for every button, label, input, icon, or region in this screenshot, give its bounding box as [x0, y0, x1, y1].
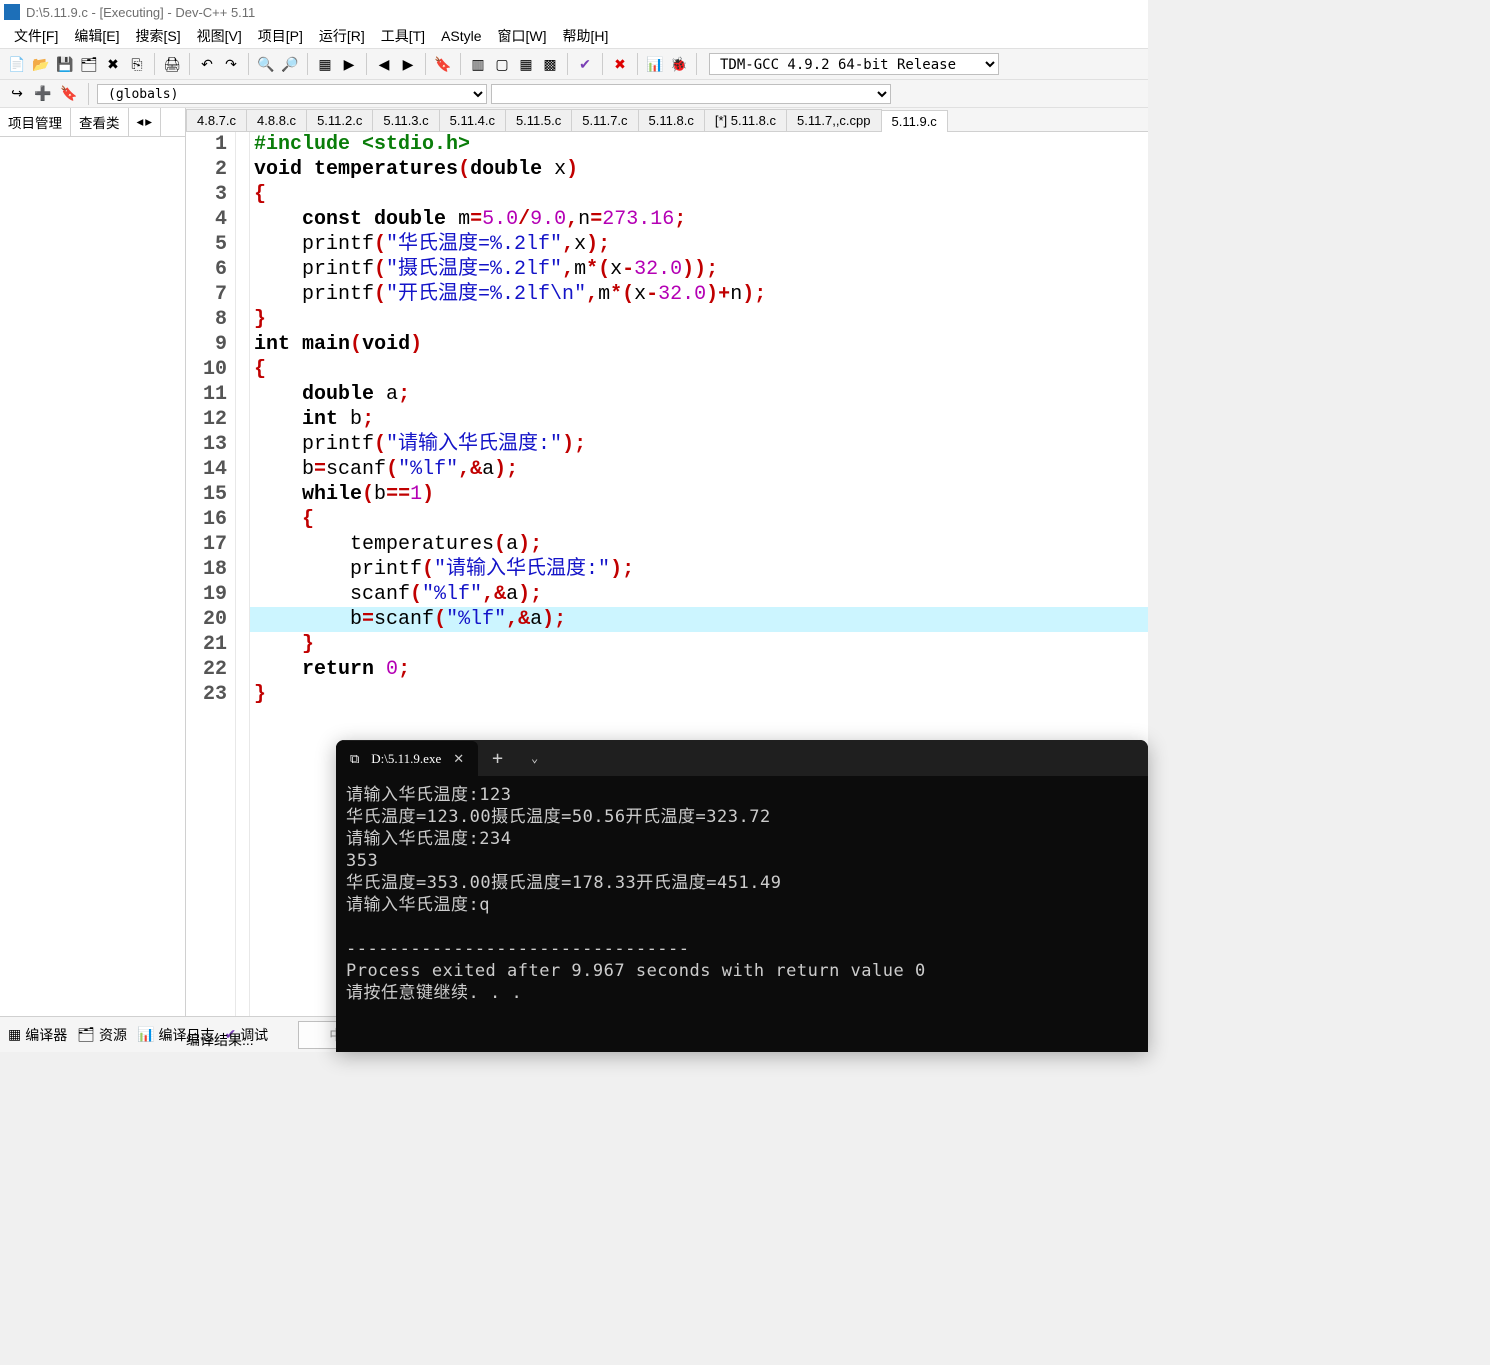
file-tab[interactable]: 5.11.5.c	[505, 109, 572, 131]
separator	[460, 53, 461, 75]
window-title: D:\5.11.9.c - [Executing] - Dev-C++ 5.11	[26, 5, 255, 20]
file-tab-active[interactable]: 5.11.9.c	[881, 110, 948, 132]
debug-icon[interactable]: 🐞	[668, 53, 690, 75]
compile-icon[interactable]: ▦	[314, 53, 336, 75]
close-tab-icon[interactable]: ✕	[453, 751, 464, 767]
sidebar: 项目管理 查看类 ◂ ▸	[0, 108, 186, 1016]
redo-icon[interactable]: ↷	[220, 53, 242, 75]
file-tabs: 4.8.7.c 4.8.8.c 5.11.2.c 5.11.3.c 5.11.4…	[186, 108, 1148, 132]
separator	[307, 53, 308, 75]
separator	[696, 53, 697, 75]
gui-3-icon[interactable]: ▦	[515, 53, 537, 75]
console-tab[interactable]: ⧉ D:\5.11.9.exe ✕	[336, 741, 478, 777]
toolbar-secondary: ↪ ➕ 🔖 (globals)	[0, 80, 1148, 108]
save-icon[interactable]: 💾	[54, 53, 76, 75]
back-icon[interactable]: ◀	[373, 53, 395, 75]
compiler-select[interactable]: TDM-GCC 4.9.2 64-bit Release	[709, 53, 999, 75]
class-combo[interactable]: (globals)	[97, 84, 487, 104]
menu-project[interactable]: 项目[P]	[252, 24, 309, 48]
line-gutter: 1234567891011121314151617181920212223	[186, 132, 236, 1016]
file-tab[interactable]: 5.11.7.c	[571, 109, 638, 131]
titlebar: D:\5.11.9.c - [Executing] - Dev-C++ 5.11	[0, 0, 1148, 24]
separator	[637, 53, 638, 75]
save-all-icon[interactable]: 🗂	[78, 53, 100, 75]
profile-icon[interactable]: 📊	[644, 53, 666, 75]
file-tab[interactable]: 5.11.7,,c.cpp	[786, 109, 881, 131]
gui-1-icon[interactable]: ▥	[467, 53, 489, 75]
console-tab-title: D:\5.11.9.exe	[371, 751, 441, 767]
new-tab-icon[interactable]: +	[478, 748, 517, 769]
file-tab[interactable]: 5.11.3.c	[372, 109, 439, 131]
replace-icon[interactable]: 🔎	[279, 53, 301, 75]
menu-run[interactable]: 运行[R]	[313, 24, 371, 48]
menu-file[interactable]: 文件[F]	[8, 24, 64, 48]
goto-icon[interactable]: ↪	[6, 83, 28, 105]
menubar: 文件[F] 编辑[E] 搜索[S] 视图[V] 项目[P] 运行[R] 工具[T…	[0, 24, 1148, 48]
undo-icon[interactable]: ↶	[196, 53, 218, 75]
menu-window[interactable]: 窗口[W]	[492, 24, 553, 48]
menu-astyle[interactable]: AStyle	[435, 26, 487, 46]
resources-icon: 🗂	[77, 1026, 95, 1043]
bottom-tab-resources[interactable]: 🗂 资源	[77, 1025, 127, 1045]
bookmark2-icon[interactable]: 🔖	[58, 83, 80, 105]
close-all-icon[interactable]: ⎘	[126, 53, 148, 75]
file-tab[interactable]: [*] 5.11.8.c	[704, 109, 787, 131]
toolbar-main: 📄 📂 💾 🗂 ✖ ⎘ 🖨 ↶ ↷ 🔍 🔎 ▦ ▶ ◀ ▶ 🔖 ▥ ▢ ▦ ▩ …	[0, 48, 1148, 80]
separator	[88, 83, 89, 105]
bottom-tab-compiler[interactable]: ▦ 编译器	[8, 1025, 67, 1045]
compiler-icon: ▦	[8, 1026, 21, 1043]
file-tab[interactable]: 5.11.8.c	[638, 109, 705, 131]
sidebar-tab-arrows[interactable]: ◂ ▸	[129, 108, 162, 136]
console-window[interactable]: ⧉ D:\5.11.9.exe ✕ + ⌄ 请输入华氏温度:123 华氏温度=1…	[336, 740, 1148, 1052]
separator	[602, 53, 603, 75]
forward-icon[interactable]: ▶	[397, 53, 419, 75]
menu-edit[interactable]: 编辑[E]	[68, 24, 125, 48]
delete-icon[interactable]: ✖	[609, 53, 631, 75]
file-tab[interactable]: 4.8.7.c	[186, 109, 247, 131]
menu-tools[interactable]: 工具[T]	[375, 24, 431, 48]
menu-help[interactable]: 帮助[H]	[557, 24, 615, 48]
menu-view[interactable]: 视图[V]	[191, 24, 248, 48]
check-icon[interactable]: ✔	[574, 53, 596, 75]
gui-4-icon[interactable]: ▩	[539, 53, 561, 75]
terminal-icon: ⧉	[350, 751, 359, 767]
right-arrow-icon[interactable]: ▸	[145, 114, 152, 130]
file-tab[interactable]: 5.11.2.c	[306, 109, 373, 131]
separator	[567, 53, 568, 75]
bookmark-icon[interactable]: 🔖	[432, 53, 454, 75]
gui-2-icon[interactable]: ▢	[491, 53, 513, 75]
console-output: 请输入华氏温度:123 华氏温度=123.00摄氏温度=50.56开氏温度=32…	[336, 776, 1148, 1012]
file-tab[interactable]: 5.11.4.c	[439, 109, 506, 131]
open-icon[interactable]: 📂	[30, 53, 52, 75]
close-file-icon[interactable]: ✖	[102, 53, 124, 75]
fold-gutter	[236, 132, 250, 1016]
compile-result-label: 编译结果...	[186, 1030, 254, 1050]
run-icon[interactable]: ▶	[338, 53, 360, 75]
menu-search[interactable]: 搜索[S]	[129, 24, 186, 48]
separator	[366, 53, 367, 75]
find-icon[interactable]: 🔍	[255, 53, 277, 75]
print-icon[interactable]: 🖨	[161, 53, 183, 75]
separator	[154, 53, 155, 75]
separator	[248, 53, 249, 75]
new-file-icon[interactable]: 📄	[6, 53, 28, 75]
file-tab[interactable]: 4.8.8.c	[246, 109, 307, 131]
insert-icon[interactable]: ➕	[32, 83, 54, 105]
tab-menu-icon[interactable]: ⌄	[517, 751, 552, 765]
app-icon	[4, 4, 20, 20]
sidebar-tab-classes[interactable]: 查看类	[71, 108, 129, 136]
log-icon: 📊	[137, 1026, 154, 1043]
console-tabbar: ⧉ D:\5.11.9.exe ✕ + ⌄	[336, 740, 1148, 776]
separator	[189, 53, 190, 75]
left-arrow-icon[interactable]: ◂	[137, 114, 144, 130]
member-combo[interactable]	[491, 84, 891, 104]
separator	[425, 53, 426, 75]
sidebar-tab-project[interactable]: 项目管理	[0, 108, 71, 136]
